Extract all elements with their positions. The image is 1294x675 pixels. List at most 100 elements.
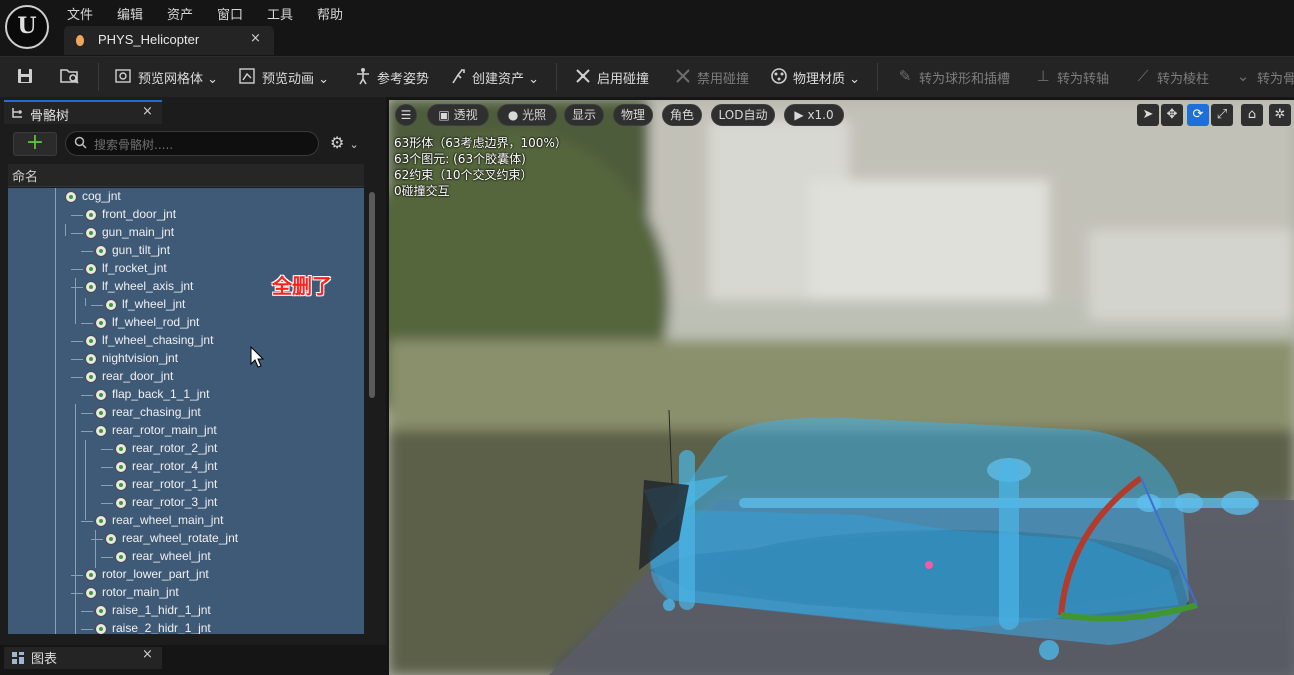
tree-row[interactable]: rear_wheel_main_jnt: [8, 512, 364, 530]
chart-tab[interactable]: 图表 ×: [4, 647, 162, 669]
play-icon: ▶: [794, 108, 804, 122]
tree-row[interactable]: rotor_lower_part_jnt: [8, 566, 364, 584]
select-icon[interactable]: ➤: [1137, 104, 1159, 126]
camera-speed-icon[interactable]: ⌂: [1241, 104, 1263, 126]
graph-icon: [12, 652, 24, 664]
menu-tools[interactable]: 工具: [267, 4, 293, 23]
tree-row[interactable]: gun_main_jnt: [8, 224, 364, 242]
tree-row[interactable]: rear_rotor_3_jnt: [8, 494, 364, 512]
physics-button[interactable]: 物理: [613, 104, 653, 126]
bone-label: lf_wheel_chasing_jnt: [102, 333, 214, 347]
convert-skeletal-button[interactable]: 转为骨: [1257, 68, 1294, 87]
physics-asset-icon: [76, 35, 84, 46]
enable-collision-button[interactable]: 启用碰撞: [597, 68, 649, 87]
tree-row[interactable]: rear_rotor_main_jnt: [8, 422, 364, 440]
document-tab[interactable]: PHYS_Helicopter ×: [64, 26, 274, 55]
bone-icon: [85, 227, 97, 239]
bone-icon: [95, 389, 107, 401]
stat-constraints: 62约束（10个交叉约束）: [394, 168, 533, 182]
lod-button[interactable]: LOD自动: [711, 104, 775, 126]
tree-row[interactable]: rear_chasing_jnt: [8, 404, 364, 422]
convert-prismatic-button[interactable]: 转为棱柱: [1157, 68, 1209, 87]
tree-row[interactable]: lf_wheel_chasing_jnt: [8, 332, 364, 350]
menu-help[interactable]: 帮助: [317, 4, 343, 23]
bone-icon: [115, 497, 127, 509]
search-icon: [74, 136, 87, 149]
character-button[interactable]: 角色: [662, 104, 702, 126]
tree-row[interactable]: gun_tilt_jnt: [8, 242, 364, 260]
skeleton-tree-tab[interactable]: 骨骼树 ×: [4, 100, 162, 124]
tree-connector: [81, 323, 93, 324]
playback-speed-button[interactable]: ▶ x1.0: [784, 104, 844, 126]
close-icon[interactable]: ×: [250, 31, 261, 46]
toolbar-separator: [98, 63, 99, 91]
disable-collision-icon: [674, 67, 692, 85]
viewport-menu-button[interactable]: ☰: [395, 104, 417, 126]
phys-material-icon: [770, 67, 788, 85]
convert-ball-button[interactable]: 转为球形和插槽: [919, 68, 1010, 87]
phys-material-label: 物理材质: [793, 72, 846, 87]
menu-asset[interactable]: 资产: [167, 4, 193, 23]
tree-row[interactable]: rear_wheel_jnt: [8, 548, 364, 566]
tree-guide-line: [75, 278, 76, 324]
tree-row[interactable]: rear_rotor_4_jnt: [8, 458, 364, 476]
add-bone-button[interactable]: +: [13, 132, 57, 156]
bone-icon: [85, 371, 97, 383]
tree-connector: [81, 395, 93, 396]
menu-edit[interactable]: 编辑: [117, 4, 143, 23]
tree-row[interactable]: raise_1_hidr_1_jnt: [8, 602, 364, 620]
chart-tab-label: 图表: [31, 652, 58, 667]
column-header[interactable]: 命名: [8, 164, 364, 187]
close-icon[interactable]: ×: [142, 104, 153, 119]
convert-hinge-button[interactable]: 转为转轴: [1057, 68, 1109, 87]
tree-row[interactable]: flap_back_1_1_jnt: [8, 386, 364, 404]
tree-row[interactable]: front_door_jnt: [8, 206, 364, 224]
viewport[interactable]: ☰ ▣ 透视 ● 光照 显示 物理 角色 LOD自动 ▶ x1.0 ➤ ✥ ⟳ …: [389, 100, 1294, 675]
bone-label: lf_wheel_axis_jnt: [102, 279, 194, 293]
bone-icon: [95, 245, 107, 257]
preview-anim-icon: [238, 67, 256, 85]
tree-row[interactable]: cog_jnt: [8, 188, 364, 206]
tree-connector: [81, 611, 93, 612]
bone-label: rotor_main_jnt: [102, 585, 179, 599]
tree-connector: [81, 521, 93, 522]
show-button[interactable]: 显示: [564, 104, 604, 126]
preview-anim-dropdown[interactable]: 预览动画 ⌄: [262, 68, 329, 87]
phys-material-dropdown[interactable]: 物理材质 ⌄: [793, 68, 860, 87]
save-icon[interactable]: [16, 67, 34, 85]
tree-row[interactable]: rotor_main_jnt: [8, 584, 364, 602]
tree-row[interactable]: nightvision_jnt: [8, 350, 364, 368]
mouse-cursor-icon: [250, 346, 264, 368]
tree-row[interactable]: rear_door_jnt: [8, 368, 364, 386]
ref-pose-button[interactable]: 参考姿势: [377, 68, 429, 87]
lit-mode-button[interactable]: ● 光照: [497, 104, 557, 126]
tree-row[interactable]: rear_rotor_2_jnt: [8, 440, 364, 458]
translate-icon[interactable]: ✥: [1161, 104, 1183, 126]
bone-icon: [115, 479, 127, 491]
unreal-logo-icon[interactable]: U: [5, 5, 49, 49]
tree-connector: [71, 233, 83, 234]
scale-icon[interactable]: ⤢: [1211, 104, 1233, 126]
bone-label: rear_door_jnt: [102, 369, 174, 383]
bone-icon: [95, 425, 107, 437]
settings-dropdown[interactable]: ⚙ ⌄: [330, 133, 370, 155]
browse-asset-icon[interactable]: [60, 67, 79, 85]
tree-row[interactable]: lf_wheel_rod_jnt: [8, 314, 364, 332]
create-asset-dropdown[interactable]: 创建资产 ⌄: [472, 68, 539, 87]
tree-row[interactable]: rear_wheel_rotate_jnt: [8, 530, 364, 548]
menu-file[interactable]: 文件: [67, 4, 93, 23]
skeletal-icon: ⌄: [1236, 67, 1250, 85]
rotate-icon[interactable]: ⟳: [1187, 104, 1209, 126]
maximize-icon[interactable]: ✲: [1269, 104, 1291, 126]
tree-row[interactable]: rear_rotor_1_jnt: [8, 476, 364, 494]
menu-window[interactable]: 窗口: [217, 4, 243, 23]
close-icon[interactable]: ×: [142, 647, 153, 662]
preview-mesh-dropdown[interactable]: 预览网格体 ⌄: [138, 68, 218, 87]
search-input[interactable]: [92, 135, 316, 154]
bone-label: front_door_jnt: [102, 207, 177, 221]
tree-row[interactable]: raise_2_hidr_1_jnt: [8, 620, 364, 634]
scrollbar-thumb[interactable]: [369, 192, 375, 398]
preview-mesh-label: 预览网格体: [138, 72, 204, 87]
perspective-button[interactable]: ▣ 透视: [427, 104, 489, 126]
disable-collision-button[interactable]: 禁用碰撞: [697, 68, 749, 87]
